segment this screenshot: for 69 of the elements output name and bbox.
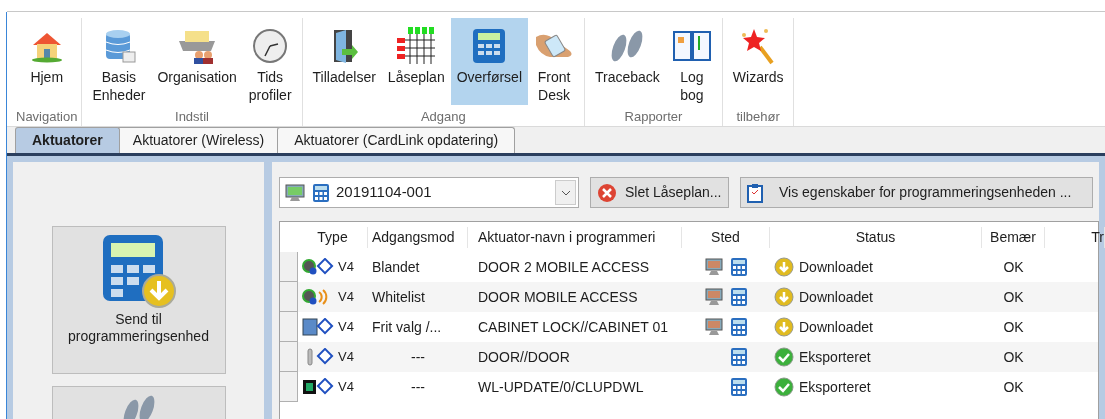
ribbon-group-label: tilbehør: [736, 107, 780, 126]
ribbon-button[interactable]: Wizards: [726, 18, 790, 105]
table-cell-text: DOOR//DOOR: [477, 347, 571, 367]
calculator-icon: [312, 182, 330, 203]
grid-icon: [396, 26, 437, 66]
computer-icon: [284, 182, 306, 203]
table-cell-text: OK: [1002, 287, 1025, 307]
column-header[interactable]: Adgangsmod: [368, 226, 468, 248]
ribbon-button[interactable]: Front Desk: [528, 18, 580, 105]
device-dropdown[interactable]: 20191104-001: [279, 177, 579, 208]
table-cell-text: WL-UPDATE/0/CLUPDWL: [477, 377, 645, 397]
ribbon-group-label: Navigation: [16, 107, 78, 126]
ribbon-button[interactable]: Log bog: [665, 18, 718, 105]
row-header[interactable]: [280, 252, 298, 282]
table-cell-text: Frit valg /...: [371, 317, 443, 337]
column-header[interactable]: Type: [298, 226, 368, 248]
column-header[interactable]: Aktuator-navn i programmeri: [468, 226, 682, 248]
status-text: Eksporteret: [799, 347, 871, 367]
table-cell-text: Whitelist: [371, 287, 426, 307]
version-text: V4: [338, 378, 354, 397]
send-button[interactable]: Send til programmeringsenhed: [51, 226, 226, 374]
delete-lock-plan-button[interactable]: Slet Låseplan...: [590, 177, 729, 208]
table-cell-text: DOOR 2 MOBILE ACCESS: [477, 257, 651, 277]
clipboard-icon: [747, 182, 763, 203]
status-text: Downloadet: [799, 257, 873, 277]
ribbon-button[interactable]: Basis Enheder: [86, 18, 152, 105]
table-cell-text: ---: [410, 347, 426, 367]
table-cell-text: DOOR MOBILE ACCESS: [477, 287, 639, 307]
table-cell-text: OK: [1002, 377, 1025, 397]
status-text: Downloadet: [799, 287, 873, 307]
table-cell-text: ---: [410, 377, 426, 397]
ribbon-button[interactable]: Overførsel: [450, 18, 528, 105]
version-text: V4: [338, 258, 354, 277]
properties-button[interactable]: Vis egenskaber for programmeringsenheden ...: [740, 177, 1093, 208]
column-header[interactable]: Bemær: [982, 226, 1045, 248]
table-cell-text: OK: [1002, 257, 1025, 277]
row-header[interactable]: [280, 342, 298, 372]
ribbon-button[interactable]: Tids profiler: [242, 18, 298, 105]
table-cell-text: Blandet: [371, 257, 421, 277]
calculator-icon: [471, 27, 508, 65]
table-cell-text: OK: [1002, 347, 1025, 367]
ribbon-group-label: Indstil: [175, 107, 209, 126]
column-header[interactable]: Sted: [682, 226, 770, 248]
ribbon-button[interactable]: Hjem: [22, 18, 71, 105]
ribbon-button[interactable]: Tilladelser: [306, 18, 382, 105]
dropdown-value: 20191104-001: [336, 182, 433, 203]
tab[interactable]: Aktuatorer (CardLink opdatering): [277, 127, 516, 153]
version-text: V4: [338, 348, 354, 367]
ribbon-group-label: Rapporter: [624, 107, 683, 126]
ribbon-button[interactable]: Låseplan: [381, 18, 451, 105]
ribbon-button[interactable]: Traceback: [589, 18, 666, 105]
row-header[interactable]: [280, 312, 298, 342]
row-header[interactable]: [280, 372, 298, 402]
status-text: Eksporteret: [799, 377, 871, 397]
version-text: V4: [338, 318, 354, 337]
column-header[interactable]: Tr: [1045, 226, 1105, 248]
ribbon-button[interactable]: Organisation: [151, 18, 243, 105]
row-header[interactable]: [280, 282, 298, 312]
tab[interactable]: Aktuatorer: [15, 127, 120, 153]
version-text: V4: [338, 288, 354, 307]
column-header[interactable]: Status: [770, 226, 982, 248]
calculator-download-icon: [100, 233, 177, 309]
ribbon-group-label: Adgang: [420, 107, 466, 126]
clock-icon: [252, 28, 289, 64]
delete-icon: [597, 182, 617, 203]
table-cell-text: CABINET LOCK//CABINET 01: [477, 317, 670, 337]
status-text: Downloadet: [799, 317, 873, 337]
table-cell-text: OK: [1002, 317, 1025, 337]
book-icon: [671, 28, 712, 64]
